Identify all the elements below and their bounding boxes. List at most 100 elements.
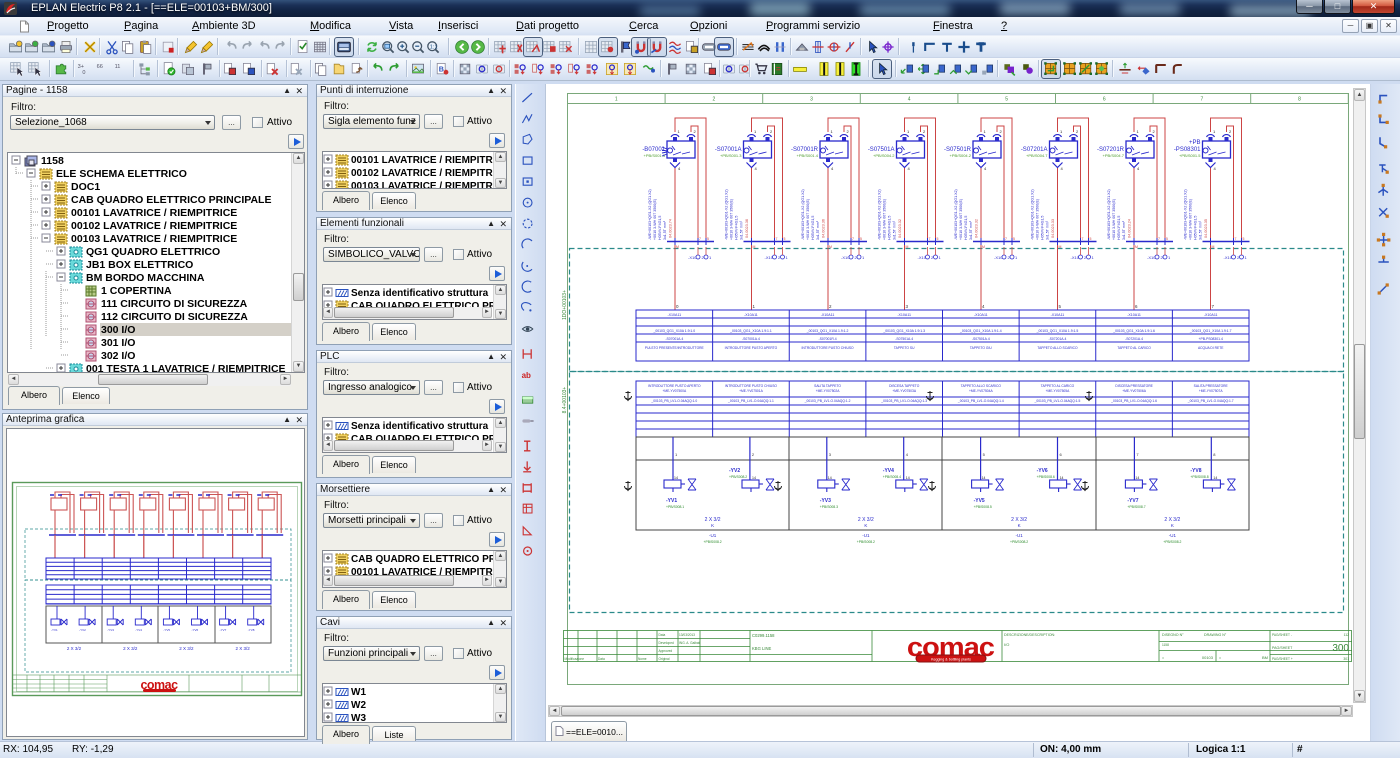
svg-text:CAB QUADRO ELETTRICO PRINCIPAL: CAB QUADRO ELETTRICO PRINCIPALE <box>71 194 271 206</box>
svg-text:M: M <box>906 245 909 249</box>
svg-text:DESCRIZIONE/DESCRIPTION:: DESCRIZIONE/DESCRIPTION: <box>1004 633 1055 637</box>
svg-text:+PB/S001.3: +PB/S001.3 <box>720 153 742 158</box>
svg-text:7: 7 <box>776 237 778 241</box>
svg-text:Approved: Approved <box>659 649 673 653</box>
svg-text:+PB/S008.2: +PB/S008.2 <box>703 540 721 544</box>
svg-text:Modificazione: Modificazione <box>565 657 585 661</box>
svg-text:+0010 3-WH 007 3500(E): +0010 3-WH 007 3500(E) <box>1189 199 1193 240</box>
svg-text:1: 1 <box>907 129 910 134</box>
svg-text:2: 2 <box>1153 129 1156 134</box>
svg-text:112 CIRCUITO DI SICUREZZA: 112 CIRCUITO DI SICUREZZA <box>101 311 248 323</box>
svg-text:-YV4: -YV4 <box>883 468 894 474</box>
svg-text:5: 5 <box>1090 237 1092 241</box>
svg-text:H05VV-F4G1,5: H05VV-F4G1,5 <box>888 216 892 240</box>
svg-text:Senza identificativo struttura: Senza identificativo struttura <box>351 421 489 432</box>
svg-text:+PB/S008.5: +PB/S008.5 <box>974 505 992 509</box>
svg-text:DISCESA PRESSATORE: DISCESA PRESSATORE <box>1115 384 1153 388</box>
svg-text:7: 7 <box>1082 237 1084 241</box>
svg-text:04.0023.35: 04.0023.35 <box>1204 219 1208 238</box>
svg-text:-S07001R.4: -S07001R.4 <box>819 337 837 341</box>
svg-text:5: 5 <box>1059 304 1062 309</box>
svg-text:4: 4 <box>1214 166 1217 171</box>
svg-text:00103: 00103 <box>1202 655 1214 660</box>
svg-text:H05VV-F4G1,5: H05VV-F4G1,5 <box>1194 216 1198 240</box>
svg-text:INTRODUTTORE PUSTO CHIUSO: INTRODUTTORE PUSTO CHIUSO <box>725 384 778 388</box>
svg-text:TAPPETO AL CARICO: TAPPETO AL CARICO <box>1117 346 1151 350</box>
svg-text:ELE SCHEMA ELETTRICO: ELE SCHEMA ELETTRICO <box>56 168 187 180</box>
svg-text:-S07001A.4: -S07001A.4 <box>742 337 760 341</box>
svg-text:Senza identificativo struttura: Senza identificativo struttura <box>351 288 489 299</box>
svg-text:-YV4: -YV4 <box>135 628 142 632</box>
svg-text:M: M <box>1135 245 1138 249</box>
svg-text:Developed: Developed <box>659 641 674 645</box>
svg-text:3: 3 <box>810 97 813 103</box>
svg-text:M: M <box>1059 245 1062 249</box>
svg-text:0: 0 <box>82 70 85 76</box>
svg-text:+PB/S008.4: +PB/S008.4 <box>883 475 901 479</box>
svg-text:5: 5 <box>860 237 862 241</box>
svg-text:2: 2 <box>923 129 926 134</box>
svg-text:_00103_PB_LV1-O.04AQQ:1.7: _00103_PB_LV1-O.04AQQ:1.7 <box>1187 399 1234 403</box>
svg-text:ab: ab <box>522 371 531 380</box>
svg-text:66: 66 <box>97 64 103 70</box>
svg-text:4: 4 <box>831 166 834 171</box>
svg-text:-X10: -X10 <box>994 255 1003 260</box>
svg-text:_00103_QG1_X10A 1.9:1.3: _00103_QG1_X10A 1.9:1.3 <box>882 329 925 333</box>
svg-text:+PB: +PB <box>1189 140 1201 146</box>
svg-text:_00103_PB_LV1-O.04AQQ:1.0: _00103_PB_LV1-O.04AQQ:1.0 <box>650 399 697 403</box>
svg-text:+PB/S008.8: +PB/S008.8 <box>1190 475 1208 479</box>
svg-text:PAG/SHEET +: PAG/SHEET + <box>1272 657 1293 661</box>
svg-text:Kegging & bottling plants: Kegging & bottling plants <box>931 658 971 662</box>
svg-text:8: 8 <box>1213 452 1216 457</box>
svg-text:14: 14 <box>1060 476 1064 480</box>
svg-text:Nome: Nome <box>638 657 647 661</box>
svg-text:1:1: 1:1 <box>430 45 438 51</box>
svg-text:1: 1 <box>984 129 987 134</box>
svg-text:SALITA PRESSATORE: SALITA PRESSATORE <box>1194 384 1229 388</box>
svg-text:-X10A11: -X10A11 <box>897 313 911 317</box>
svg-text:+0010 3-WH 007 3500(E): +0010 3-WH 007 3500(E) <box>883 199 887 240</box>
svg-text:H05VV-F4G1,5: H05VV-F4G1,5 <box>811 216 815 240</box>
svg-text:2: 2 <box>829 304 832 309</box>
svg-text:-X10A11: -X10A11 <box>744 313 758 317</box>
svg-text:00101 LAVATRICE / RIEMPITRICE: 00101 LAVATRICE / RIEMPITRICE <box>351 155 493 166</box>
svg-text:112: 112 <box>1344 633 1350 637</box>
svg-text:C0299.1158: C0299.1158 <box>752 633 775 638</box>
svg-text:00102 LAVATRICE / RIEMPITRICE: 00102 LAVATRICE / RIEMPITRICE <box>71 220 237 232</box>
svg-text:2 X 3/2: 2 X 3/2 <box>179 646 194 651</box>
svg-text:-WE+00103+QG1-X2 (QG1.X2): -WE+00103+QG1-X2 (QG1.X2) <box>1107 189 1111 240</box>
svg-text:-WE+00103+QG1-X2 (QG1.X2): -WE+00103+QG1-X2 (QG1.X2) <box>725 189 729 240</box>
svg-text:2: 2 <box>847 129 850 134</box>
svg-text:K: K <box>864 523 867 528</box>
svg-text:1: 1 <box>675 452 678 457</box>
svg-text:+0010 3-WH 007 3500(E): +0010 3-WH 007 3500(E) <box>653 199 657 240</box>
svg-text:1: 1 <box>1168 255 1171 260</box>
svg-text:2: 2 <box>1229 129 1232 134</box>
svg-text:5: 5 <box>707 237 709 241</box>
svg-text:-X10: -X10 <box>918 255 927 260</box>
svg-text:-YV6: -YV6 <box>192 628 199 632</box>
svg-text:0: 0 <box>676 304 679 309</box>
svg-text:+0010 3-WH 007 3500(E): +0010 3-WH 007 3500(E) <box>959 199 963 240</box>
svg-text:+0010 3-WH 007 3500(E): +0010 3-WH 007 3500(E) <box>730 199 734 240</box>
svg-text:-X10A11: -X10A11 <box>1204 313 1218 317</box>
svg-text:2: 2 <box>1076 129 1079 134</box>
svg-text:TAPPETO GIU: TAPPETO GIU <box>970 346 992 350</box>
svg-text:1: 1 <box>1213 129 1216 134</box>
svg-text:_00103_QG1_X10A 1.9:1.0: _00103_QG1_X10A 1.9:1.0 <box>652 329 695 333</box>
svg-text:4: 4 <box>1061 166 1064 171</box>
svg-text:4: 4 <box>984 166 987 171</box>
svg-text:14: 14 <box>982 476 986 480</box>
svg-text:M: M <box>1212 245 1215 249</box>
svg-text:4: 4 <box>906 452 909 457</box>
svg-text:H05VV-F4G1,5: H05VV-F4G1,5 <box>964 216 968 240</box>
svg-text:2: 2 <box>1000 129 1003 134</box>
svg-text:_00103_PB_LV1-O.04AQQ:1.3: _00103_PB_LV1-O.04AQQ:1.3 <box>880 399 927 403</box>
svg-text:5: 5 <box>1005 97 1008 103</box>
svg-text:+0010 3-WH 007 3500(E): +0010 3-WH 007 3500(E) <box>1112 199 1116 240</box>
svg-text:5: 5 <box>784 237 786 241</box>
svg-text:_00103_QG1_X10A 1.9:1.5: _00103_QG1_X10A 1.9:1.5 <box>1036 329 1079 333</box>
svg-text:8: 8 <box>1298 97 1301 103</box>
svg-text:4: 4 <box>982 304 985 309</box>
svg-text:13/03/2013: 13/03/2013 <box>679 633 695 637</box>
